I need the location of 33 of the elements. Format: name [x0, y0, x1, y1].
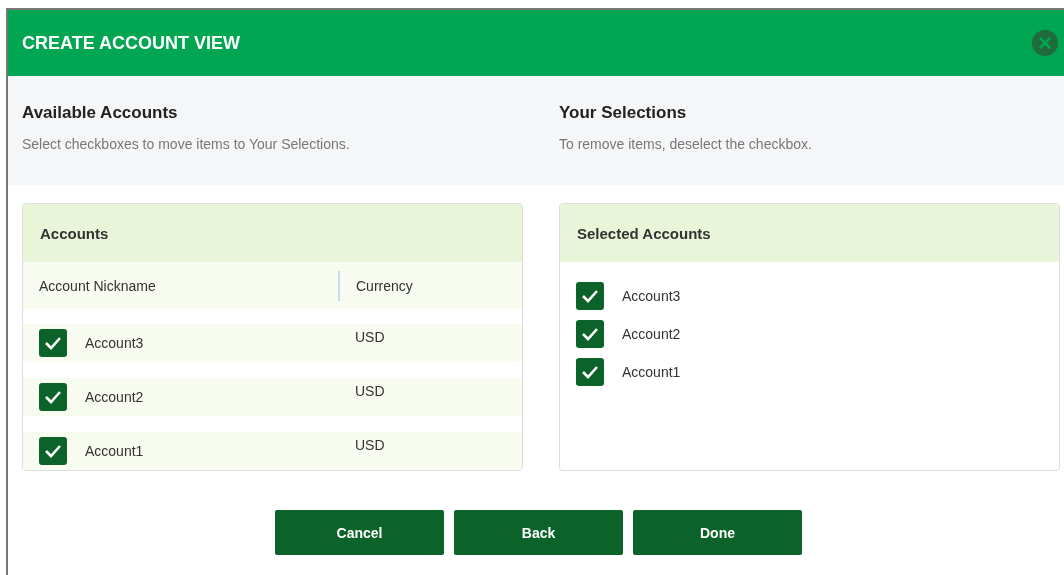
- currency-cell: USD: [355, 329, 385, 345]
- panel-title: Accounts: [40, 224, 109, 242]
- account-name: Account2: [622, 326, 681, 342]
- account-name: Account1: [85, 443, 144, 459]
- account-name: Account2: [85, 389, 144, 405]
- check-icon: [44, 390, 62, 404]
- checkbox[interactable]: [39, 329, 67, 357]
- check-icon: [581, 327, 599, 341]
- check-icon: [44, 336, 62, 350]
- hint-text: Select checkboxes to move items to Your Selections.: [22, 136, 351, 152]
- section-heading: Available Accounts: [22, 103, 179, 123]
- dialog-title: CREATE ACCOUNT VIEW: [22, 32, 240, 54]
- section-heading: Your Selections: [559, 103, 688, 123]
- account-name: Account3: [85, 335, 144, 351]
- hint-text: To remove items, deselect the checkbox.: [559, 136, 813, 152]
- account-name: Account3: [622, 288, 681, 304]
- check-icon: [44, 444, 62, 458]
- check-icon: [581, 289, 599, 303]
- currency-cell: USD: [355, 437, 385, 453]
- checkbox[interactable]: [576, 282, 604, 310]
- checkbox[interactable]: [39, 437, 67, 465]
- account-name: Account1: [622, 364, 681, 380]
- checkbox[interactable]: [576, 358, 604, 386]
- column-header: Currency: [338, 270, 522, 301]
- dialog-button[interactable]: Cancel: [275, 510, 444, 555]
- check-icon: [581, 365, 599, 379]
- currency-cell: USD: [355, 383, 385, 399]
- checkbox[interactable]: [576, 320, 604, 348]
- column-header: Account Nickname: [38, 277, 157, 294]
- checkbox[interactable]: [39, 383, 67, 411]
- panel-title: Selected Accounts: [577, 224, 711, 242]
- dialog-button[interactable]: Done: [633, 510, 802, 555]
- dialog-button[interactable]: Back: [454, 510, 623, 555]
